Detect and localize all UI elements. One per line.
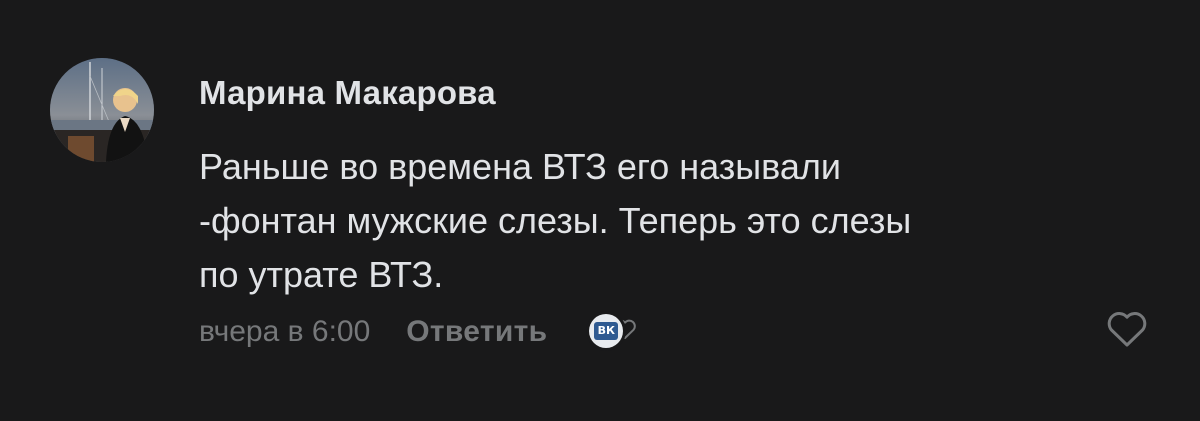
reply-button[interactable]: Ответить — [406, 315, 547, 349]
comment-timestamp[interactable]: вчера в 6:00 — [199, 315, 370, 349]
reaction-badge-icon: ВК — [589, 314, 624, 348]
comment-text: Раньше во времена ВТЗ его называли -фонт… — [199, 146, 912, 295]
avatar[interactable] — [50, 58, 154, 162]
heart-outline-icon[interactable] — [1105, 309, 1149, 349]
reaction-badge-label: ВК — [594, 322, 619, 340]
reaction-summary[interactable]: ВК — [587, 312, 651, 352]
comment-meta: вчера в 6:00 Ответить ВК — [199, 312, 651, 352]
comment: Марина Макарова Раньше во времена ВТЗ ег… — [0, 0, 1200, 421]
avatar-photo-icon — [50, 58, 154, 162]
comment-author[interactable]: Марина Макарова — [199, 74, 496, 112]
